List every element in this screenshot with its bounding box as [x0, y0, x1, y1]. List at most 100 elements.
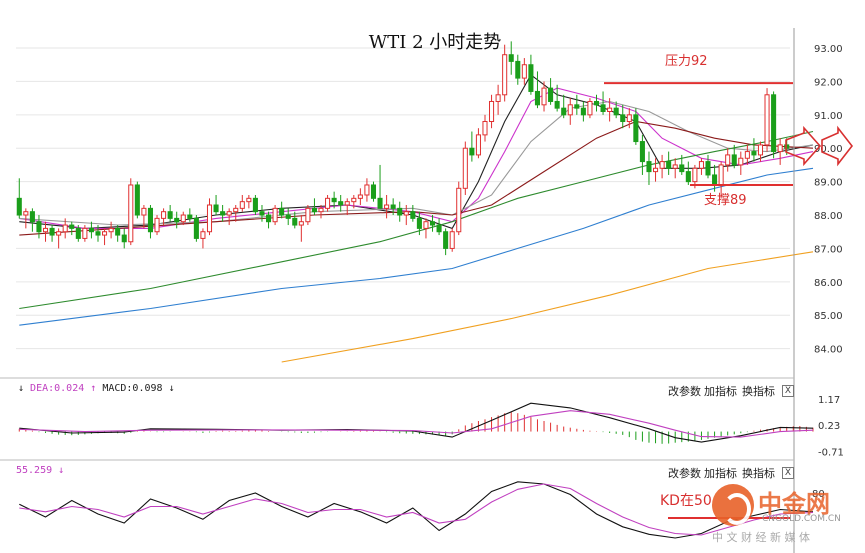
price-tick-label: 91.00 [814, 111, 843, 122]
candle-body [370, 184, 377, 199]
candle-body [115, 227, 121, 236]
candle-body [705, 161, 711, 176]
candle-body [206, 204, 213, 233]
macd-panel: 1.17 0.23 -0.71 [18, 395, 844, 458]
macd-dea-readout: ↓ DEA:0.024 ↑ MACD:0.098 ↓ [18, 383, 175, 394]
candle [456, 181, 462, 236]
support-label: 支撑89 [704, 193, 747, 208]
change-params-button[interactable]: 改参数 [668, 383, 701, 399]
candle [567, 98, 573, 125]
candle-body [69, 224, 75, 229]
dea-line [19, 410, 814, 438]
candle-body [416, 217, 422, 229]
candle-body [600, 104, 606, 112]
candle [443, 228, 449, 256]
candle [469, 131, 475, 162]
candle [272, 205, 278, 226]
resistance-label: 压力92 [665, 54, 708, 69]
candle-body [75, 227, 81, 239]
candle-body [495, 94, 501, 102]
candle-body [771, 94, 777, 153]
candle [115, 225, 121, 242]
watermark-tagline: 中 文 财 经 新 媒 体 [712, 531, 810, 544]
candle-body [233, 207, 239, 213]
candle [49, 225, 55, 242]
candle-body [718, 164, 724, 186]
candle-body [626, 114, 632, 123]
candle-body [541, 87, 547, 106]
price-tick-label: 89.00 [814, 178, 843, 189]
switch-indicator-button[interactable]: 换指标 [742, 465, 775, 481]
candle-body [475, 134, 481, 156]
candle-body [410, 211, 416, 219]
close-icon[interactable]: X [782, 467, 794, 479]
macd-axis-label: -0.71 [818, 447, 844, 458]
candle [134, 181, 140, 219]
candle [410, 205, 416, 222]
change-params-button[interactable]: 改参数 [668, 465, 701, 481]
candle [154, 215, 160, 236]
candle [69, 221, 75, 236]
close-icon[interactable]: X [782, 385, 794, 397]
candle-body [469, 147, 475, 156]
price-tick-label: 86.00 [814, 278, 843, 289]
candle [206, 198, 213, 236]
candle [462, 141, 468, 195]
candle-body [42, 227, 49, 233]
price-tick-label: 93.00 [814, 44, 843, 55]
candle-body [82, 227, 88, 239]
candle [436, 218, 442, 236]
candle [370, 181, 377, 202]
candle-body [436, 224, 442, 233]
candle-body [141, 207, 147, 216]
candle-body [364, 184, 370, 196]
price-tick-label: 88.00 [814, 211, 843, 222]
candle-body [607, 107, 613, 112]
candle [167, 205, 173, 222]
moving-average-line [281, 251, 814, 363]
candle-body [180, 214, 186, 223]
candle-body [121, 234, 127, 243]
candle-body [279, 207, 285, 216]
candle-body [102, 231, 108, 236]
candle [685, 161, 691, 185]
candle [777, 138, 783, 165]
candle [213, 194, 219, 216]
candle [561, 94, 567, 119]
candle [16, 178, 22, 219]
candle [639, 134, 645, 175]
candle-body [305, 207, 311, 223]
candle [121, 228, 127, 249]
candle-body [23, 211, 29, 216]
price-tick-label: 90.00 [814, 144, 843, 155]
logo-swirl-icon [723, 493, 751, 525]
candle-body [292, 217, 298, 226]
candle-body [725, 154, 731, 166]
kd-readout: 55.259 ↓ [16, 465, 65, 476]
add-indicator-button[interactable]: 加指标 [704, 465, 737, 481]
candle [580, 101, 586, 122]
candle-body [731, 154, 737, 166]
candle-body [639, 141, 645, 163]
candle-body [456, 187, 462, 233]
candle-body [167, 211, 173, 219]
candle-body [764, 94, 770, 146]
candle-body [502, 54, 508, 96]
candle-body [429, 221, 436, 226]
candle-body [285, 214, 291, 219]
candle-body [521, 64, 527, 79]
candle-body [653, 167, 659, 173]
candle-body [88, 227, 94, 233]
candle-body [482, 121, 488, 136]
candle [653, 158, 659, 182]
candle-body [62, 224, 68, 233]
candle-body [226, 211, 232, 216]
candle [764, 88, 770, 152]
candle-body [403, 211, 409, 216]
switch-indicator-button[interactable]: 换指标 [742, 383, 775, 399]
candle-body [534, 90, 540, 106]
candle [298, 215, 304, 242]
candle [738, 151, 744, 175]
add-indicator-button[interactable]: 加指标 [704, 383, 737, 399]
candle [521, 58, 527, 85]
